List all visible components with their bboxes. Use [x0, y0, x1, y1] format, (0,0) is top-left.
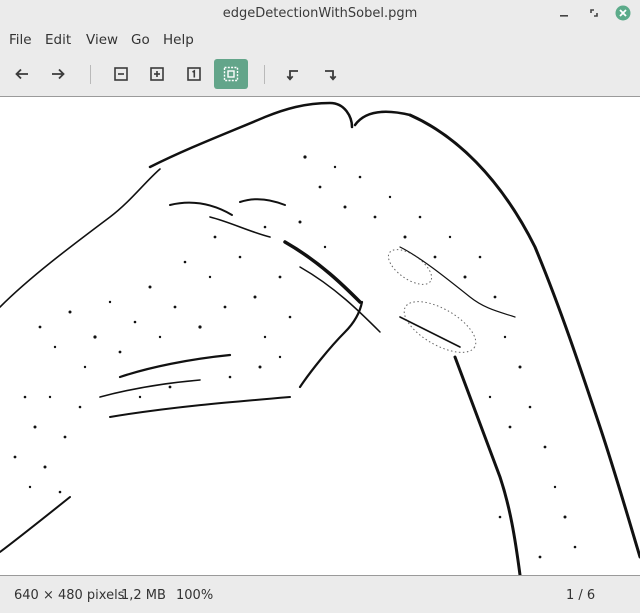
rotate-right-button[interactable]	[313, 59, 347, 89]
zoom-out-icon	[114, 67, 128, 81]
zoom-fit-icon	[223, 66, 239, 82]
maximize-icon	[590, 9, 598, 17]
zoom-in-icon	[150, 67, 164, 81]
image-canvas[interactable]	[0, 96, 640, 576]
zoom-level: 100%	[176, 588, 214, 603]
status-bar: 640 × 480 pixels 1,2 MB 100% 1 / 6	[0, 577, 640, 613]
close-icon	[615, 5, 631, 21]
zoom-out-button[interactable]	[104, 59, 138, 89]
image-index: 1 / 6	[566, 588, 596, 603]
zoom-normal-icon	[187, 67, 201, 81]
toolbar-separator	[264, 65, 265, 84]
image-dimensions: 640 × 480 pixels	[14, 588, 125, 603]
menu-help[interactable]: Help	[162, 32, 195, 48]
maximize-button[interactable]	[585, 4, 603, 22]
rotate-left-icon	[286, 70, 298, 81]
menu-view[interactable]: View	[85, 32, 119, 48]
menu-bar: File Edit View Go Help	[0, 27, 640, 53]
zoom-in-button[interactable]	[140, 59, 174, 89]
rotate-left-button[interactable]	[276, 59, 310, 89]
window-title: edgeDetectionWithSobel.pgm	[222, 6, 418, 21]
close-button[interactable]	[614, 4, 632, 22]
zoom-fit-button[interactable]	[214, 59, 248, 89]
minimize-icon	[560, 15, 568, 17]
image-filesize: 1,2 MB	[121, 588, 166, 603]
title-bar[interactable]: edgeDetectionWithSobel.pgm	[0, 0, 640, 27]
forward-button[interactable]	[41, 59, 75, 89]
menu-go[interactable]: Go	[130, 32, 151, 48]
arrow-left-icon	[15, 68, 28, 80]
toolbar-separator	[90, 65, 91, 84]
toolbar	[0, 53, 640, 96]
rotate-right-icon	[325, 70, 337, 81]
minimize-button[interactable]	[555, 4, 573, 22]
menu-file[interactable]: File	[8, 32, 33, 48]
image-viewer-window: edgeDetectionWithSobel.pgm File Edit Vie…	[0, 0, 640, 613]
back-button[interactable]	[5, 59, 39, 89]
zoom-normal-button[interactable]	[177, 59, 211, 89]
sobel-edge-image	[0, 97, 640, 575]
menu-edit[interactable]: Edit	[44, 32, 72, 48]
arrow-right-icon	[52, 68, 65, 80]
